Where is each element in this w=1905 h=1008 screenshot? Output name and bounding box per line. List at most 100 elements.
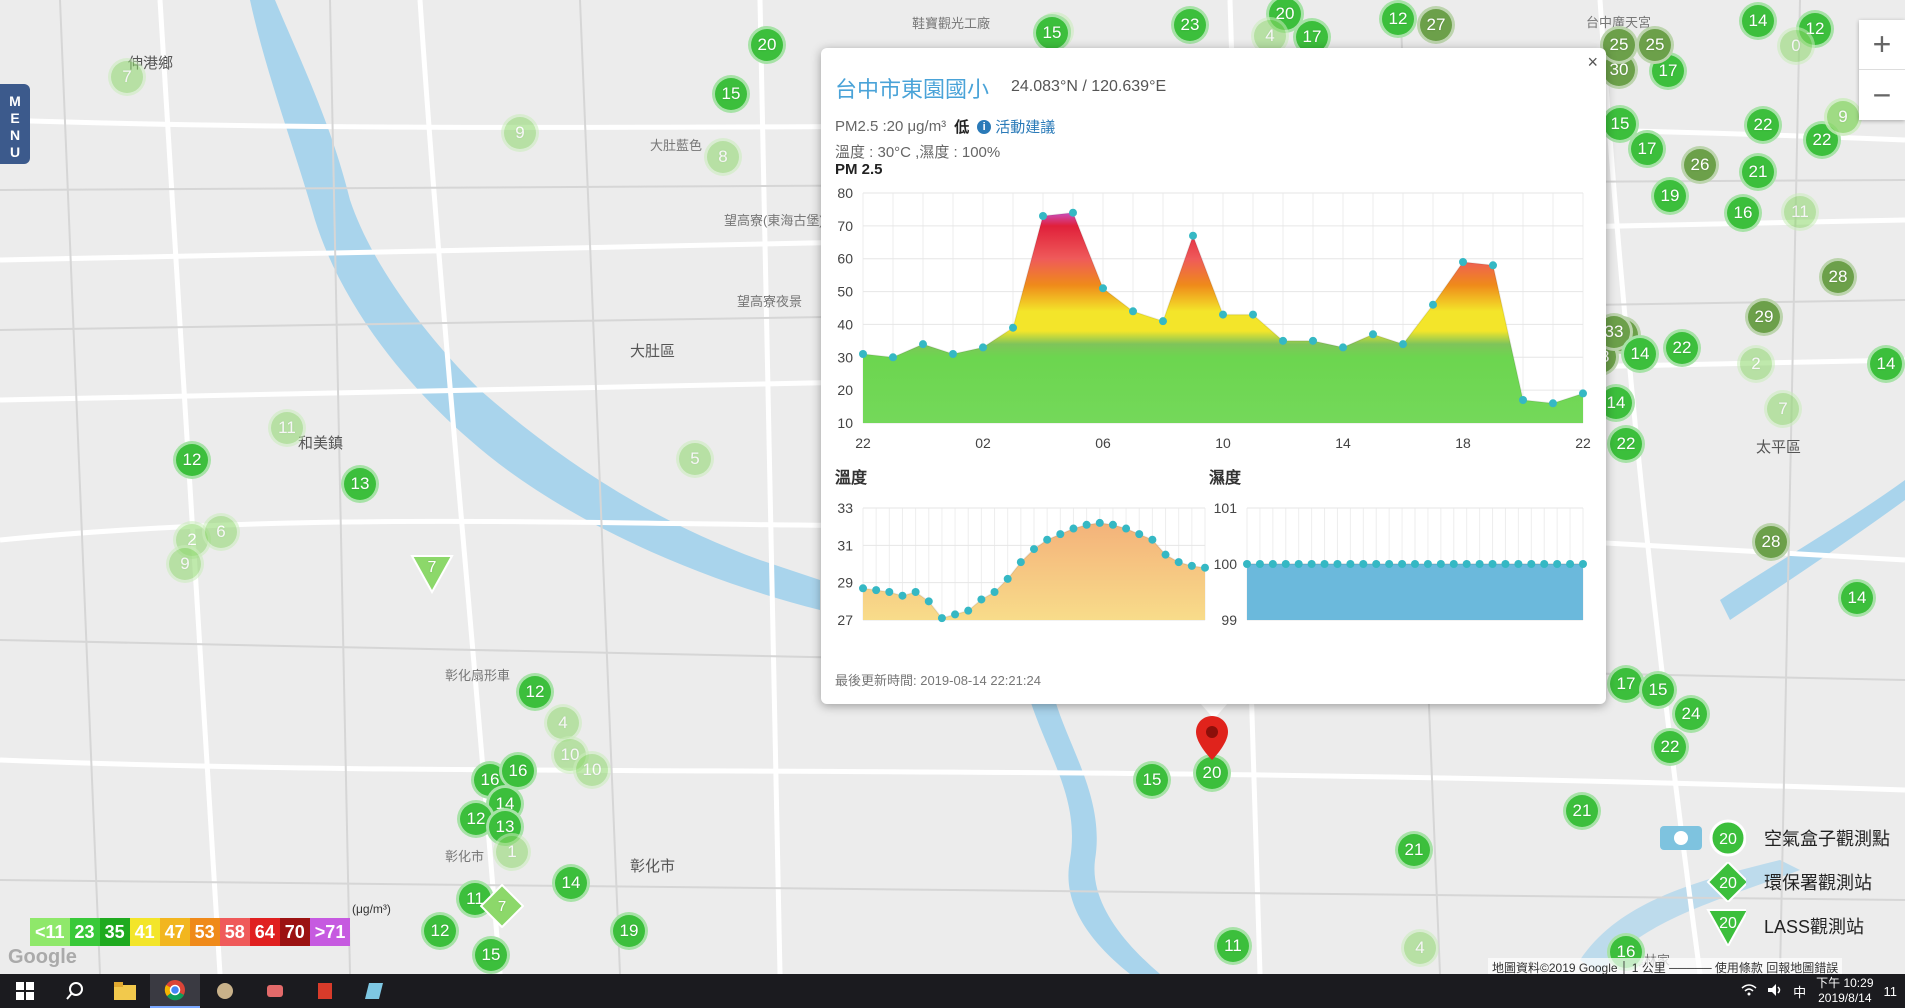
humidity-chart: 99 100 101 — [1214, 500, 1587, 628]
place-label: 彰化扇形車 — [445, 668, 511, 683]
sensor-marker[interactable]: 15 — [712, 75, 750, 113]
data-point — [1372, 560, 1381, 568]
sensor-marker[interactable]: 22 — [1663, 329, 1701, 367]
x-tick-label: 22 — [1575, 435, 1591, 448]
sensor-marker[interactable]: 10 — [573, 751, 611, 789]
sensor-marker[interactable]: 21 — [1563, 792, 1601, 830]
sensor-marker[interactable]: 7 — [1764, 390, 1802, 428]
sensor-marker[interactable]: 24 — [1672, 695, 1710, 733]
menu-tab[interactable]: MENU — [0, 84, 30, 164]
sensor-marker[interactable]: 21 — [1395, 831, 1433, 869]
sensor-marker[interactable]: 1 — [493, 833, 531, 871]
sensor-marker[interactable]: 15 — [1639, 671, 1677, 709]
sensor-marker[interactable]: 27 — [1417, 6, 1455, 44]
data-point — [1475, 560, 1484, 568]
sensor-marker[interactable]: 25 — [1636, 26, 1674, 64]
search-icon[interactable] — [50, 974, 100, 1008]
sensor-marker[interactable]: 23 — [1171, 6, 1209, 44]
sensor-marker[interactable]: 12 — [421, 912, 459, 950]
volume-icon[interactable] — [1767, 983, 1783, 1000]
sensor-marker[interactable]: 14 — [1867, 345, 1905, 383]
data-point — [1003, 574, 1012, 583]
epa-station-marker[interactable]: 7 — [480, 884, 524, 928]
temp-chart: 27 29 31 33 — [837, 500, 1209, 628]
sensor-marker[interactable]: 4 — [1401, 929, 1439, 967]
data-point — [889, 353, 897, 362]
sensor-marker[interactable]: 9 — [501, 114, 539, 152]
sensor-marker[interactable]: 2 — [1737, 345, 1775, 383]
data-point — [1333, 560, 1342, 568]
y-tick-label: 80 — [837, 185, 853, 201]
sensor-marker[interactable]: 15 — [1601, 105, 1639, 143]
sensor-marker[interactable]: 28 — [1752, 523, 1790, 561]
sensor-marker[interactable]: 7 — [108, 58, 146, 96]
zoom-in-button[interactable]: + — [1859, 20, 1905, 70]
y-tick-label: 29 — [837, 575, 853, 591]
data-point — [1398, 560, 1407, 568]
place-label: 大肚藍色 — [650, 138, 703, 153]
activity-link[interactable]: i 活動建議 — [977, 116, 1055, 137]
app-icon-1[interactable] — [200, 974, 250, 1008]
sensor-marker[interactable]: 15 — [472, 936, 510, 974]
humidity-chart-title: 濕度 — [1209, 470, 1242, 487]
data-point — [990, 588, 999, 596]
sensor-marker[interactable]: 26 — [1681, 146, 1719, 184]
sensor-marker[interactable]: 11 — [1781, 193, 1819, 231]
app-icon-2[interactable] — [250, 974, 300, 1008]
chrome-icon[interactable] — [150, 974, 200, 1008]
taskbar-clock[interactable]: 下午 10:29 2019/8/14 — [1816, 976, 1873, 1006]
sensor-marker[interactable]: 5 — [676, 440, 714, 478]
sensor-marker[interactable]: 19 — [1651, 177, 1689, 215]
windows-start-icon[interactable] — [0, 974, 50, 1008]
sensor-marker[interactable]: 20 — [748, 26, 786, 64]
app-icon-3[interactable] — [300, 974, 350, 1008]
sensor-marker[interactable]: 11 — [1214, 927, 1252, 965]
sensor-marker[interactable]: 0 — [1777, 27, 1815, 65]
aqi-scale-item: 35 — [99, 918, 130, 946]
sensor-marker[interactable]: 8 — [704, 138, 742, 176]
app-icon-4[interactable] — [350, 974, 400, 1008]
sensor-marker[interactable]: 14 — [1838, 579, 1876, 617]
sensor-marker[interactable]: 12 — [516, 673, 554, 711]
sensor-marker[interactable]: 14 — [552, 864, 590, 902]
sensor-marker[interactable]: 11 — [268, 409, 306, 447]
location-pin-icon[interactable] — [1196, 716, 1228, 760]
data-point — [1095, 518, 1104, 527]
sensor-marker[interactable]: 6 — [202, 513, 240, 551]
sensor-marker[interactable]: 19 — [610, 912, 648, 950]
sensor-marker[interactable]: 12 — [1379, 0, 1417, 38]
data-point — [1189, 231, 1197, 240]
file-explorer-icon[interactable] — [100, 974, 150, 1008]
data-point — [1566, 560, 1575, 568]
zoom-out-button[interactable]: − — [1859, 70, 1905, 120]
sensor-marker[interactable]: 12 — [173, 441, 211, 479]
lass-station-marker[interactable]: 7 — [410, 554, 454, 594]
data-point — [1359, 560, 1368, 568]
data-point — [1056, 530, 1065, 539]
sensor-marker[interactable]: 9 — [1824, 98, 1862, 136]
sensor-marker[interactable]: 29 — [1745, 298, 1783, 336]
sensor-marker[interactable]: 16 — [1724, 194, 1762, 232]
ime-indicator[interactable]: 中 — [1793, 982, 1806, 1001]
place-label: 望高寮夜景 — [737, 294, 803, 309]
sensor-marker[interactable]: 15 — [1133, 761, 1171, 799]
place-label: 鞋寶觀光工廠 — [912, 16, 991, 31]
data-point — [1307, 560, 1316, 568]
sensor-marker[interactable]: 22 — [1744, 106, 1782, 144]
sensor-marker[interactable]: 15 — [1033, 14, 1071, 52]
sensor-marker[interactable]: 21 — [1739, 153, 1777, 191]
sensor-marker[interactable]: 9 — [166, 545, 204, 583]
sensor-marker[interactable]: 14 — [1621, 335, 1659, 373]
network-icon[interactable] — [1741, 983, 1757, 1000]
data-point — [1519, 396, 1527, 404]
sensor-marker[interactable]: 22 — [1607, 425, 1645, 463]
sensor-marker[interactable]: 28 — [1819, 258, 1857, 296]
data-point — [937, 614, 946, 623]
sensor-marker[interactable]: 13 — [341, 465, 379, 503]
data-point — [1039, 212, 1047, 220]
close-icon[interactable]: × — [1587, 52, 1598, 73]
notification-badge[interactable]: 11 — [1884, 984, 1898, 999]
data-point — [1159, 317, 1167, 326]
sensor-marker[interactable]: 22 — [1651, 728, 1689, 766]
sensor-marker[interactable]: 14 — [1739, 2, 1777, 40]
